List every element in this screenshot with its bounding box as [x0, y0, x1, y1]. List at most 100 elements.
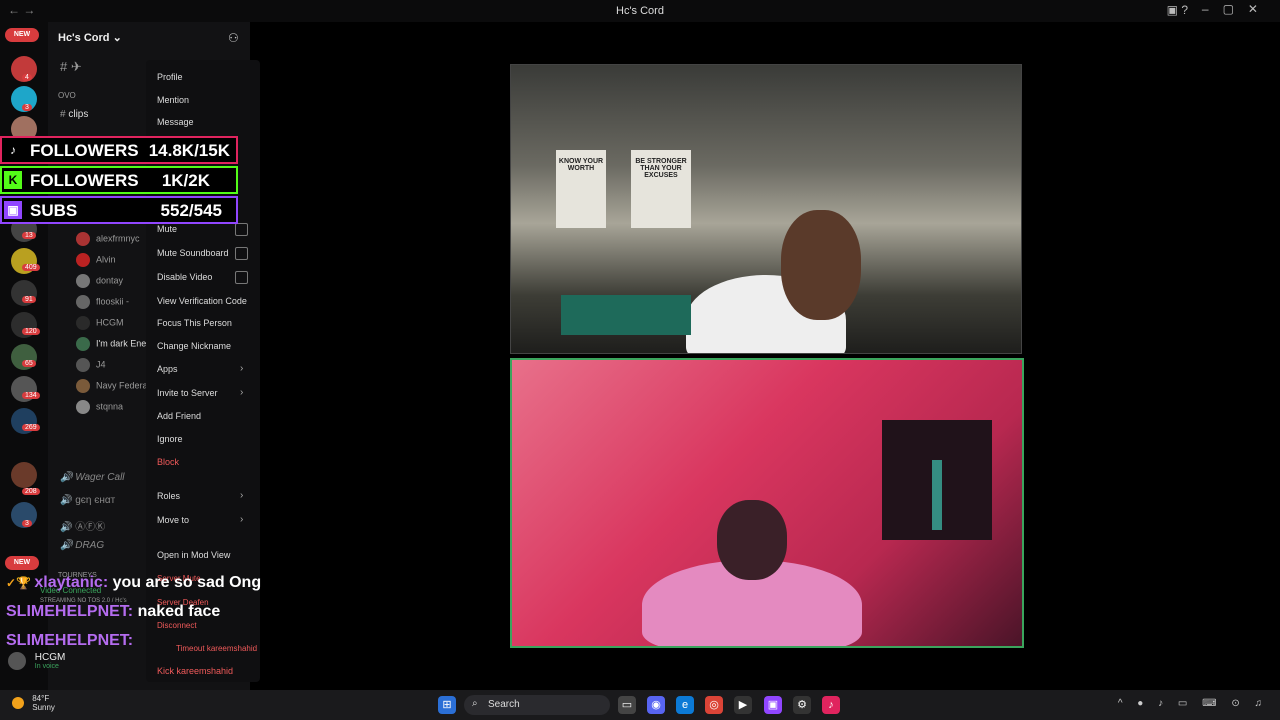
tiktok-icon: ♪: [10, 143, 16, 157]
avatar: [76, 274, 90, 288]
taskbar: 84°F Sunny ⊞ ⌕ Search ▭ ◉ e ◎ ▶ ▣ ⚙ ♪ ^ …: [0, 690, 1280, 720]
channel-clips[interactable]: # clips: [60, 109, 88, 120]
voice-user[interactable]: alexfrmnyc: [76, 232, 140, 246]
goal-value: 14.8K/15K: [148, 141, 230, 160]
voice-channel[interactable]: 🔊 ⒶⒻⓀ: [60, 518, 105, 533]
menu-mute[interactable]: Mute: [157, 224, 177, 234]
start-icon[interactable]: ⊞: [438, 696, 456, 714]
video-tile-1[interactable]: KNOW YOUR WORTH BE STRONGER THAN YOUR EX…: [510, 64, 1022, 354]
voice-user[interactable]: Navy Federa: [76, 379, 148, 393]
avatar: [8, 652, 26, 670]
menu-profile[interactable]: Profile: [157, 72, 183, 82]
server-name-dropdown[interactable]: Hc's Cord ⌄: [58, 31, 122, 44]
voice-channel[interactable]: 🔊 DRAG: [60, 540, 104, 551]
menu-mute-soundboard[interactable]: Mute Soundboard: [157, 248, 229, 258]
menu-focus-person[interactable]: Focus This Person: [157, 318, 232, 328]
weather-widget[interactable]: 84°F Sunny: [12, 694, 55, 712]
menu-add-friend[interactable]: Add Friend: [157, 411, 201, 421]
menu-disable-video[interactable]: Disable Video: [157, 272, 212, 282]
task-view-icon[interactable]: ▭: [618, 696, 636, 714]
menu-view-verification-code[interactable]: View Verification Code: [157, 296, 247, 306]
avatar: [76, 316, 90, 330]
menu-ignore[interactable]: Ignore: [157, 434, 183, 444]
voice-user[interactable]: dontay: [76, 274, 123, 288]
mute-soundboard-checkbox[interactable]: [235, 247, 248, 260]
twitch-subs-goal: ▣ SUBS 552/545: [0, 196, 238, 224]
channel-hash-icon[interactable]: # ✈: [60, 59, 82, 75]
window-controls[interactable]: –▢✕: [1202, 2, 1272, 16]
mute-checkbox[interactable]: [235, 223, 248, 236]
voice-user[interactable]: flooskii -: [76, 295, 129, 309]
sun-icon: [12, 697, 24, 709]
avatar: [76, 358, 90, 372]
inbox-help-icons[interactable]: ▣ ?: [1167, 3, 1188, 17]
new-pill: NEW: [5, 28, 39, 42]
unread-badge: 4: [22, 74, 32, 81]
menu-change-nickname[interactable]: Change Nickname: [157, 341, 231, 351]
menu-roles[interactable]: Roles: [157, 491, 180, 501]
kick-icon: K: [4, 171, 22, 189]
unread-badge: 3: [22, 104, 32, 111]
avatar: [76, 400, 90, 414]
category-ovo[interactable]: OVO: [58, 91, 76, 100]
unread-badge: 65: [22, 360, 36, 367]
search-box[interactable]: ⌕ Search: [464, 695, 610, 715]
room-window: [882, 420, 992, 540]
wall-poster: KNOW YOUR WORTH: [556, 150, 606, 228]
wall-poster: BE STRONGER THAN YOUR EXCUSES: [631, 150, 691, 228]
pool-table: [561, 295, 691, 335]
unread-badge: 120: [22, 328, 40, 335]
weather-condition: Sunny: [32, 703, 55, 712]
disable-video-checkbox[interactable]: [235, 271, 248, 284]
menu-apps[interactable]: Apps: [157, 364, 178, 374]
goal-label: SUBS: [30, 201, 78, 220]
invite-people-icon[interactable]: ⚇: [228, 31, 239, 45]
chat-message: SLIMEHELPNET:: [6, 632, 134, 649]
search-icon: ⌕: [472, 698, 478, 709]
goal-label: FOLLOWERS: [30, 171, 139, 190]
voice-user[interactable]: I'm dark Ene: [76, 337, 146, 351]
menu-kick[interactable]: Kick kareemshahid: [157, 666, 233, 676]
media-player-icon[interactable]: ▶: [734, 696, 752, 714]
menu-timeout[interactable]: Timeout kareemshahid: [176, 644, 257, 653]
title-bar: ← → Hc's Cord ▣ ? –▢✕: [0, 0, 1280, 22]
person-head: [781, 210, 861, 320]
unread-badge: 91: [22, 296, 36, 303]
voice-user[interactable]: J4: [76, 358, 106, 372]
server-icon[interactable]: [11, 462, 37, 488]
goal-label: FOLLOWERS: [30, 141, 139, 160]
goal-value: 552/545: [160, 201, 222, 220]
menu-disconnect[interactable]: Disconnect: [157, 621, 197, 630]
discord-icon[interactable]: ◉: [647, 696, 665, 714]
voice-user[interactable]: HCGM: [76, 316, 124, 330]
menu-move-to[interactable]: Move to: [157, 515, 189, 525]
voice-channel-wager[interactable]: 🔊 Wager Call: [60, 472, 125, 483]
menu-invite-to-server[interactable]: Invite to Server: [157, 388, 218, 398]
avatar: [76, 253, 90, 267]
chevron-right-icon: ›: [240, 363, 244, 374]
user-panel[interactable]: HCGM In voice: [8, 652, 65, 670]
tiktok-app-icon[interactable]: ♪: [822, 696, 840, 714]
new-pill: NEW: [5, 556, 39, 570]
menu-block[interactable]: Block: [157, 457, 179, 467]
unread-badge: 409: [22, 264, 40, 271]
settings-icon[interactable]: ⚙: [793, 696, 811, 714]
menu-open-mod-view[interactable]: Open in Mod View: [157, 550, 230, 560]
menu-mention[interactable]: Mention: [157, 95, 189, 105]
video-tile-2[interactable]: [510, 358, 1024, 648]
chat-message: SLIMEHELPNET: naked face: [6, 603, 221, 620]
voice-user[interactable]: Alvin: [76, 253, 116, 267]
chat-message: ✓🏆 xlaytanic: you are so sad Ong: [6, 574, 262, 591]
voice-user[interactable]: stqnna: [76, 400, 123, 414]
voice-channel[interactable]: 🔊 gєη єнαт: [60, 495, 115, 506]
chrome-icon[interactable]: ◎: [705, 696, 723, 714]
chevron-right-icon: ›: [240, 514, 244, 525]
username: HCGM: [34, 652, 66, 663]
twitch-app-icon[interactable]: ▣: [764, 696, 782, 714]
avatar: [76, 232, 90, 246]
system-tray[interactable]: ^ ● ♪ ▭ ⌨ ⊙ ♫: [1118, 698, 1268, 709]
edge-icon[interactable]: e: [676, 696, 694, 714]
person-head: [717, 500, 787, 580]
user-status: In voice: [34, 663, 59, 670]
menu-message[interactable]: Message: [157, 117, 194, 127]
